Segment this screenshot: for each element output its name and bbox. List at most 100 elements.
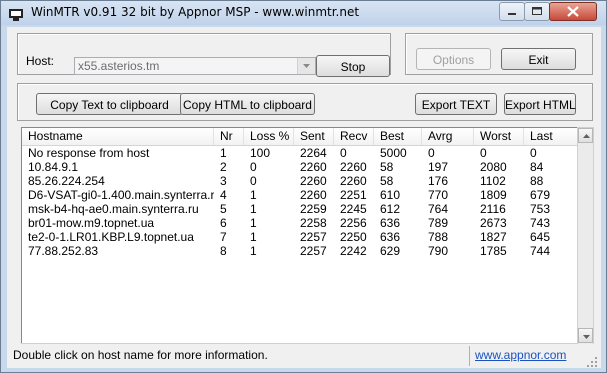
cell-loss: 1 [250, 202, 257, 216]
appnor-link[interactable]: www.appnor.com [475, 348, 566, 362]
export-html-button[interactable]: Export HTML [504, 93, 576, 115]
cell-best: 629 [380, 244, 401, 258]
table-row[interactable]: te2-0-1.LR01.KBP.L9.topnet.ua 7 1 2257 2250 6… [22, 230, 578, 244]
cell-recv: 2245 [340, 202, 367, 216]
cell-hostname: 10.84.9.1 [28, 160, 79, 174]
cell-best: 58 [380, 160, 394, 174]
minimize-button[interactable] [499, 2, 525, 21]
maximize-button[interactable] [524, 2, 550, 21]
cell-nr: 4 [220, 188, 227, 202]
cell-nr: 2 [220, 160, 227, 174]
resize-grip-icon[interactable] [585, 354, 599, 368]
cell-sent: 2260 [300, 160, 327, 174]
cell-hostname: No response from host [28, 146, 150, 160]
table-row[interactable]: No response from host 1 100 2264 0 5000 0 0 0 [22, 146, 578, 160]
column-header-nr[interactable]: Nr [214, 128, 244, 145]
cell-sent: 2257 [300, 244, 327, 258]
cell-recv: 2242 [340, 244, 367, 258]
cell-avrg: 197 [428, 160, 449, 174]
chevron-up-icon [583, 134, 590, 138]
cell-loss: 0 [250, 174, 257, 188]
export-text-button[interactable]: Export TEXT [415, 93, 497, 115]
cell-last: 744 [530, 244, 551, 258]
close-icon [567, 6, 579, 17]
cell-sent: 2260 [300, 174, 327, 188]
cell-loss: 1 [250, 216, 257, 230]
cell-avrg: 176 [428, 174, 449, 188]
host-label: Host: [26, 54, 55, 68]
column-header-recv[interactable]: Recv [334, 128, 374, 145]
column-header-avrg[interactable]: Avrg [422, 128, 474, 145]
cell-last: 645 [530, 230, 551, 244]
stop-button[interactable]: Stop [316, 55, 390, 77]
cell-hostname: D6-VSAT-gi0-1.400.main.synterra.ru [28, 188, 214, 202]
cell-nr: 8 [220, 244, 227, 258]
cell-last: 753 [530, 202, 551, 216]
cell-last: 88 [530, 174, 544, 188]
cell-best: 5000 [380, 146, 407, 160]
host-combobox[interactable]: x55.asterios.tm [74, 57, 316, 75]
column-header-hostname[interactable]: Hostname [22, 128, 214, 145]
cell-hostname: 85.26.224.254 [28, 174, 105, 188]
cell-hostname: msk-b4-hq-ae0.main.synterra.ru [28, 202, 199, 216]
cell-hostname: br01-mow.m9.topnet.ua [28, 216, 155, 230]
status-divider [469, 346, 470, 366]
table-row[interactable]: 77.88.252.83 8 1 2257 2242 629 790 1785 744 [22, 244, 578, 258]
cell-worst: 1809 [480, 188, 507, 202]
vertical-scrollbar[interactable] [577, 127, 594, 361]
options-panel: Options Exit [405, 33, 593, 75]
table-row[interactable]: msk-b4-hq-ae0.main.synterra.ru 5 1 2259 2245… [22, 202, 578, 216]
cell-nr: 7 [220, 230, 227, 244]
options-button[interactable]: Options [416, 48, 491, 70]
cell-avrg: 764 [428, 202, 449, 216]
cell-nr: 3 [220, 174, 227, 188]
cell-loss: 0 [250, 160, 257, 174]
table-row[interactable]: D6-VSAT-gi0-1.400.main.synterra.ru 4 1 2260… [22, 188, 578, 202]
cell-last: 84 [530, 160, 544, 174]
app-window: WinMTR v0.91 32 bit by Appnor MSP - www.… [0, 0, 607, 373]
column-header-best[interactable]: Best [374, 128, 422, 145]
cell-best: 636 [380, 230, 401, 244]
cell-nr: 6 [220, 216, 227, 230]
column-header-last[interactable]: Last [524, 128, 578, 145]
cell-worst: 1785 [480, 244, 507, 258]
table-row[interactable]: 10.84.9.1 2 0 2260 2260 58 197 2080 84 [22, 160, 578, 174]
column-header-sent[interactable]: Sent [294, 128, 334, 145]
cell-loss: 1 [250, 230, 257, 244]
cell-nr: 5 [220, 202, 227, 216]
table-row[interactable]: br01-mow.m9.topnet.ua 6 1 2258 2256 636 789 267… [22, 216, 578, 230]
cell-sent: 2260 [300, 188, 327, 202]
cell-last: 679 [530, 188, 551, 202]
host-value: x55.asterios.tm [78, 59, 160, 73]
cell-sent: 2264 [300, 146, 327, 160]
cell-avrg: 788 [428, 230, 449, 244]
cell-loss: 100 [250, 146, 271, 160]
cell-recv: 2260 [340, 174, 367, 188]
cell-avrg: 789 [428, 216, 449, 230]
status-message: Double click on host name for more infor… [13, 348, 268, 362]
cell-hostname: te2-0-1.LR01.KBP.L9.topnet.ua [28, 230, 194, 244]
cell-loss: 1 [250, 188, 257, 202]
cell-worst: 0 [480, 146, 487, 160]
exit-button[interactable]: Exit [501, 48, 576, 70]
copy-text-button[interactable]: Copy Text to clipboard [36, 93, 183, 115]
cell-best: 612 [380, 202, 401, 216]
copy-html-button[interactable]: Copy HTML to clipboard [180, 93, 315, 115]
close-button[interactable] [549, 2, 597, 21]
results-table[interactable]: Hostname Nr Loss % Sent Recv Best Avrg W… [21, 127, 579, 345]
cell-avrg: 770 [428, 188, 449, 202]
column-header-worst[interactable]: Worst [474, 128, 524, 145]
table-row[interactable]: 85.26.224.254 3 0 2260 2260 58 176 1102 88 [22, 174, 578, 188]
cell-recv: 2251 [340, 188, 367, 202]
column-header-loss[interactable]: Loss % [244, 128, 294, 145]
scroll-up-button[interactable] [578, 128, 593, 143]
cell-best: 610 [380, 188, 401, 202]
chevron-down-icon[interactable] [297, 58, 315, 74]
cell-best: 58 [380, 174, 394, 188]
status-bar: Double click on host name for more infor… [7, 344, 601, 368]
minimize-icon [508, 13, 516, 15]
cell-recv: 2260 [340, 160, 367, 174]
title-bar[interactable]: WinMTR v0.91 32 bit by Appnor MSP - www.… [1, 1, 606, 25]
scroll-down-button[interactable] [578, 328, 593, 343]
window-title: WinMTR v0.91 32 bit by Appnor MSP - www.… [31, 5, 360, 19]
